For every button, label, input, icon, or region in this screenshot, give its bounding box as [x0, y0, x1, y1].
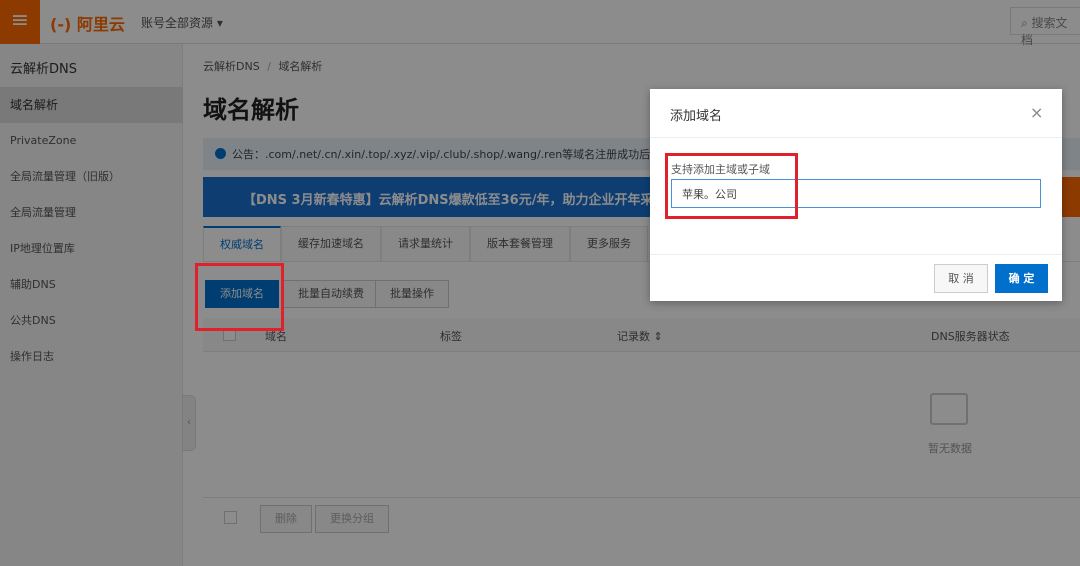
- cancel-button[interactable]: 取 消: [934, 264, 988, 293]
- divider: [650, 254, 1062, 255]
- annotation-highlight-add-button: [195, 263, 284, 331]
- confirm-button[interactable]: 确 定: [995, 264, 1048, 293]
- annotation-highlight-input: [665, 153, 798, 219]
- divider: [650, 137, 1062, 138]
- dialog-title: 添加域名: [670, 109, 723, 124]
- close-icon[interactable]: ×: [1030, 103, 1043, 122]
